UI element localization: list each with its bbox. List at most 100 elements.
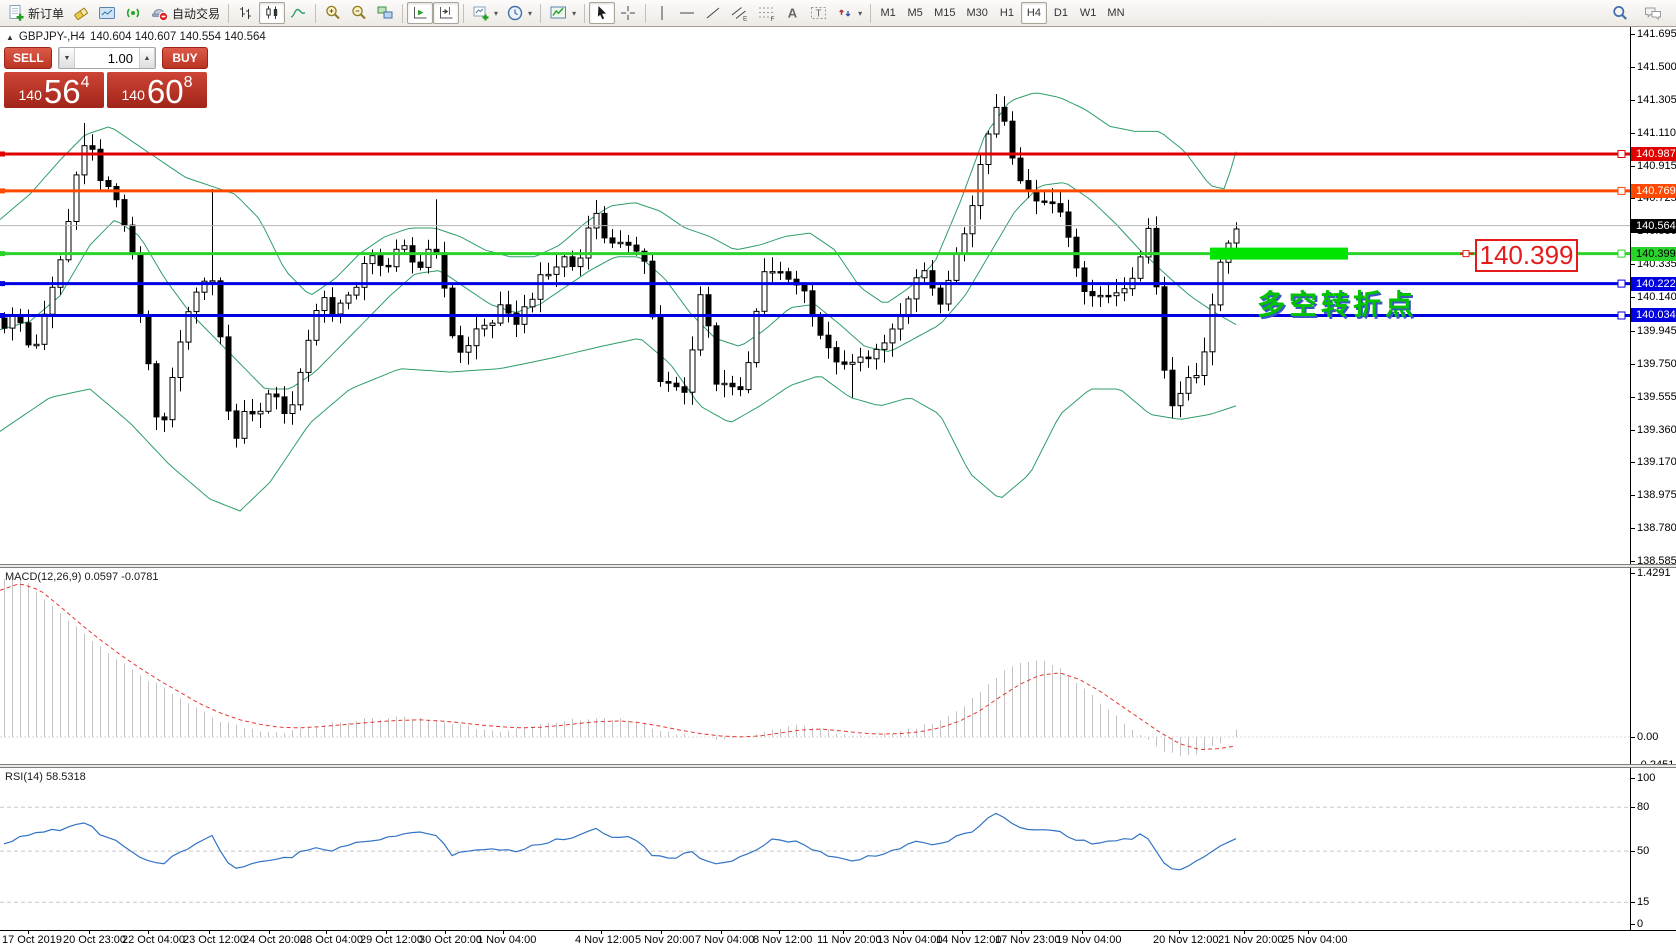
search-button[interactable] <box>1607 2 1633 24</box>
one-click-top-row: SELL ▼ ▲ BUY <box>4 46 208 70</box>
timeframe-m30-button[interactable]: M30 <box>962 2 993 24</box>
equidistant-channel-tool-button[interactable]: E <box>726 2 753 24</box>
text-tool-button[interactable]: A <box>780 2 805 24</box>
bar-chart-type-icon <box>237 4 255 22</box>
cursor-icon <box>593 4 611 22</box>
autotrading-button[interactable]: 自动交易 <box>146 2 224 24</box>
arrows-tool-button[interactable]: ▾ <box>832 2 866 24</box>
trendline-tool-button[interactable] <box>700 2 726 24</box>
price-axis-tick-mark <box>1631 264 1635 265</box>
volume-input[interactable] <box>75 48 139 68</box>
chart-shift-button[interactable] <box>433 2 459 24</box>
cursor-tool-button[interactable] <box>589 2 615 24</box>
sell-price-pip: 4 <box>81 74 90 92</box>
time-axis-label: 29 Oct 12:00 <box>360 934 423 946</box>
rsi-axis-tick-mark <box>1631 902 1635 903</box>
timeframe-m1-button[interactable]: M1 <box>875 2 901 24</box>
new-chart-icon <box>472 4 490 22</box>
price-axis[interactable]: 141.695141.500141.305141.110140.915140.7… <box>1630 27 1676 930</box>
zoom-out-button[interactable] <box>346 2 372 24</box>
price-axis-tick-mark <box>1631 198 1635 199</box>
horizontal-line-icon <box>678 4 696 22</box>
time-axis-label: 7 Nov 04:00 <box>695 934 754 946</box>
candlestick-type-button[interactable] <box>259 2 285 24</box>
time-axis-label: 23 Oct 12:00 <box>183 934 246 946</box>
toolbar-separator <box>228 4 229 23</box>
chart-collapse-arrow[interactable]: ▲ <box>6 33 14 42</box>
timeframe-h4-button[interactable]: H4 <box>1021 2 1047 24</box>
timeframe-m5-button[interactable]: M5 <box>902 2 928 24</box>
tile-windows-icon <box>376 4 394 22</box>
price-axis-tick-label: 141.695 <box>1637 28 1676 40</box>
chart-window-button[interactable] <box>94 2 120 24</box>
timeframe-m15-button[interactable]: M15 <box>929 2 960 24</box>
time-axis-label: 24 Oct 20:00 <box>243 934 306 946</box>
time-axis-label: 28 Oct 04:00 <box>300 934 363 946</box>
symbol-ohlc-values: 140.604 140.607 140.554 140.564 <box>90 31 266 43</box>
line-chart-type-button[interactable] <box>285 2 311 24</box>
text-label-tool-button[interactable]: T <box>805 2 832 24</box>
signals-button[interactable] <box>120 2 146 24</box>
timeframe-w1-button[interactable]: W1 <box>1075 2 1102 24</box>
buy-price-pip: 8 <box>184 74 193 92</box>
macd-panel[interactable] <box>0 568 1630 764</box>
price-axis-tick-mark <box>1631 331 1635 332</box>
turning-point-annotation[interactable]: 多空转折点 <box>1257 283 1417 323</box>
buy-price-big: 60 <box>147 79 184 105</box>
search-icon <box>1611 4 1629 22</box>
window-splitter[interactable] <box>0 564 1676 568</box>
zoom-in-button[interactable] <box>320 2 346 24</box>
periods-button[interactable]: ▾ <box>502 2 536 24</box>
macd-axis-tick-label: 0.00 <box>1637 731 1658 743</box>
svg-text:E: E <box>743 16 748 23</box>
price-axis-tick-label: 140.915 <box>1637 160 1676 172</box>
rsi-axis-tick-label: 100 <box>1637 772 1655 784</box>
price-axis-tick-label: 139.750 <box>1637 358 1676 370</box>
sell-price-button[interactable]: 140 56 4 <box>4 72 104 108</box>
time-axis-label: 5 Nov 20:00 <box>635 934 694 946</box>
time-axis[interactable]: 17 Oct 201920 Oct 23:0022 Oct 04:0023 Oc… <box>0 930 1676 948</box>
time-axis-label: 30 Oct 20:00 <box>419 934 482 946</box>
buy-button[interactable]: BUY <box>162 47 208 69</box>
buy-price-prefix: 140 <box>122 87 145 103</box>
time-axis-label: 13 Nov 04:00 <box>877 934 942 946</box>
zoom-in-icon <box>324 4 342 22</box>
price-axis-tick-label: 141.110 <box>1637 127 1676 139</box>
one-click-trading-panel: SELL ▼ ▲ BUY 140 56 4 140 60 8 <box>4 46 208 108</box>
indicators-button[interactable]: ▾ <box>545 2 580 24</box>
chat-button[interactable] <box>1639 2 1667 24</box>
sell-button[interactable]: SELL <box>4 47 52 69</box>
timeframe-h1-button[interactable]: H1 <box>994 2 1020 24</box>
eraser-button[interactable] <box>68 2 94 24</box>
buy-price-button[interactable]: 140 60 8 <box>107 72 207 108</box>
new-chart-button[interactable]: ▾ <box>468 2 502 24</box>
price-tag-label[interactable]: 140.399 <box>1475 239 1578 272</box>
timeframe-d1-button[interactable]: D1 <box>1048 2 1074 24</box>
price-axis-tick-mark <box>1631 397 1635 398</box>
price-level-badge: 140.987 <box>1631 147 1676 161</box>
crosshair-tool-button[interactable] <box>615 2 641 24</box>
time-axis-label: 4 Nov 12:00 <box>575 934 634 946</box>
price-axis-tick-mark <box>1631 297 1635 298</box>
window-splitter[interactable] <box>0 764 1676 768</box>
vertical-line-tool-button[interactable] <box>650 2 674 24</box>
price-axis-tick-label: 139.170 <box>1637 456 1676 468</box>
fibonacci-tool-button[interactable]: F <box>753 2 780 24</box>
candlestick-type-icon <box>263 4 281 22</box>
time-axis-label: 20 Oct 23:00 <box>63 934 126 946</box>
tile-windows-button[interactable] <box>372 2 398 24</box>
timeframe-mn-button[interactable]: MN <box>1102 2 1129 24</box>
price-level-badge: 140.034 <box>1631 308 1676 322</box>
toolbar: 新订单 自动交易 <box>0 0 1676 27</box>
new-order-button[interactable]: 新订单 <box>3 2 68 24</box>
auto-scroll-button[interactable] <box>407 2 433 24</box>
rsi-panel[interactable] <box>0 768 1630 930</box>
volume-increase-button[interactable]: ▲ <box>139 48 155 68</box>
horizontal-line-tool-button[interactable] <box>674 2 700 24</box>
rsi-axis-tick-label: 50 <box>1637 845 1649 857</box>
bar-chart-type-button[interactable] <box>233 2 259 24</box>
chart-shift-icon <box>437 4 455 22</box>
volume-decrease-button[interactable]: ▼ <box>59 48 75 68</box>
sell-price-prefix: 140 <box>19 87 42 103</box>
price-axis-tick-mark <box>1631 67 1635 68</box>
